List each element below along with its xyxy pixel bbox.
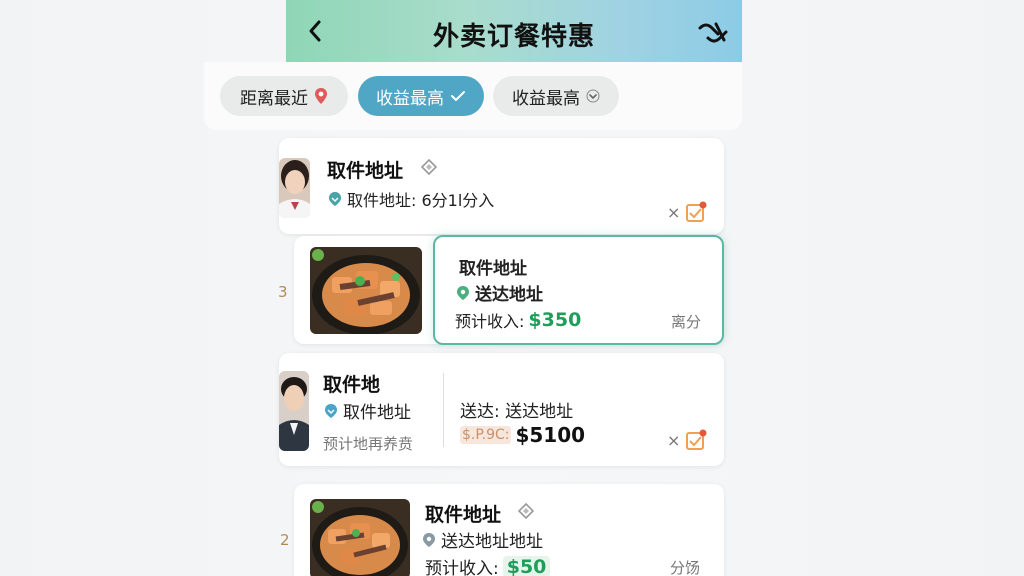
- order-tag: 离分: [671, 313, 702, 331]
- order-dropoff: 送达: 送达地址: [460, 402, 574, 422]
- check-square-icon[interactable]: [685, 201, 707, 223]
- order-name: 取件地: [323, 374, 381, 396]
- filter-highest-income-dropdown[interactable]: 收益最高: [493, 76, 619, 116]
- price-line: $.P.9C: $5100: [460, 423, 585, 447]
- filter-nearest[interactable]: 距离最近: [220, 76, 348, 116]
- page-title: 外卖订餐特惠: [432, 22, 595, 52]
- food-image: [310, 247, 422, 334]
- filter-label: 距离最近: [240, 88, 308, 109]
- order-tag: 分饧: [670, 559, 701, 576]
- map-pin-icon: [423, 532, 435, 547]
- order-highlight-panel[interactable]: 取件地址 送达地址 预计收入: $350 离分: [433, 235, 724, 345]
- avatar: [279, 158, 310, 218]
- diamond-icon: [421, 159, 437, 175]
- income-line: 预计收入: $50: [425, 554, 551, 576]
- order-dropoff-line: 送达地址地址: [421, 527, 543, 552]
- price-value: $5100: [515, 423, 586, 447]
- diamond-icon: [518, 503, 534, 519]
- filter-bar: 距离最近 收益最高 收益最高: [204, 62, 742, 130]
- order-dropoff-line: 送达地址: [455, 280, 543, 305]
- avatar: [279, 371, 309, 451]
- divider: [443, 373, 444, 447]
- order-pickup: 取件地址: [459, 259, 527, 279]
- price-prefix: $.P.9C:: [460, 426, 512, 444]
- order-pickup-line: 取件地址: 6分1l分入: [327, 187, 494, 211]
- filter-highest-income-active[interactable]: 收益最高: [358, 76, 484, 116]
- side-marker: 2: [280, 531, 290, 549]
- order-pickup: 取件地址: [425, 504, 502, 526]
- map-pin-icon: [457, 285, 469, 300]
- order-note: 预计地再养贲: [323, 435, 414, 453]
- order-detail: 取件地址: [343, 403, 411, 423]
- filter-label: 收益最高: [512, 88, 580, 109]
- chevron-down-icon: [586, 89, 600, 103]
- check-square-icon[interactable]: [685, 429, 707, 451]
- link-icon[interactable]: [696, 18, 730, 48]
- order-name: 取件地址: [327, 160, 404, 182]
- close-icon[interactable]: ×: [667, 431, 680, 450]
- income-line: 预计收入: $350: [455, 308, 581, 332]
- order-dropoff: 送达地址地址: [441, 532, 543, 552]
- order-detail: 取件地址: 6分1l分入: [347, 191, 495, 210]
- header-bar: 外卖订餐特惠: [286, 0, 742, 62]
- income-label: 预计收入:: [455, 312, 525, 331]
- check-icon: [451, 91, 465, 101]
- order-card[interactable]: 取件地址 送达地址地址 预计收入: $50 分饧: [294, 484, 724, 576]
- income-value: $50: [502, 555, 551, 576]
- order-card[interactable]: 取件地 取件地址 预计地再养贲 送达: 送达地址 $.P.9C: $5100 ×: [279, 353, 724, 466]
- map-pin-icon: [325, 403, 337, 418]
- order-dropoff: 送达地址: [475, 285, 543, 305]
- map-pin-icon: [315, 88, 327, 104]
- map-pin-icon: [329, 192, 341, 206]
- close-icon[interactable]: ×: [667, 203, 680, 222]
- order-card[interactable]: 取件地址 取件地址: 6分1l分入 ×: [279, 138, 724, 234]
- filter-label: 收益最高: [376, 88, 444, 109]
- order-pickup-line: 取件地址: [323, 398, 411, 423]
- income-label: 预计收入:: [425, 559, 499, 576]
- side-marker: 3: [278, 283, 288, 301]
- food-image: [310, 499, 410, 576]
- income-value: $350: [528, 309, 582, 331]
